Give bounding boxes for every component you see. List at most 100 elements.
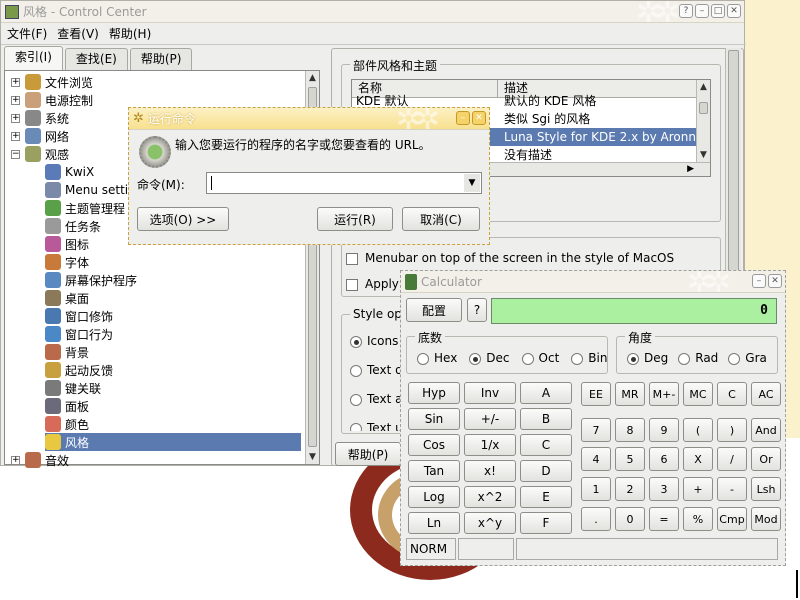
- tree-item[interactable]: Menu settin: [45, 181, 136, 199]
- expand-icon[interactable]: +: [11, 455, 20, 465]
- calc-minimize-button[interactable]: –: [752, 274, 766, 288]
- expand-icon[interactable]: +: [11, 77, 20, 87]
- calc-key[interactable]: 1/x: [464, 434, 516, 456]
- radio-oct[interactable]: Oct: [521, 351, 559, 365]
- calc-key[interactable]: C: [520, 434, 572, 456]
- command-input[interactable]: ▼: [206, 172, 482, 194]
- calc-key[interactable]: .: [581, 507, 611, 531]
- calc-key[interactable]: -: [717, 477, 747, 501]
- tree-item[interactable]: + 系统: [11, 109, 69, 127]
- calc-key[interactable]: Or: [751, 447, 781, 471]
- scroll-up-icon[interactable]: ▲: [306, 71, 319, 85]
- radio-deg[interactable]: Deg: [627, 351, 668, 365]
- collapse-icon[interactable]: −: [11, 149, 20, 159]
- cancel-button[interactable]: 取消(C): [402, 207, 480, 231]
- calc-key[interactable]: 8: [615, 418, 645, 442]
- radio-circle[interactable]: [728, 352, 741, 365]
- tab-index[interactable]: 索引(I): [4, 46, 63, 70]
- menu-view[interactable]: 查看(V): [57, 25, 99, 42]
- calc-key[interactable]: ): [717, 418, 747, 442]
- calc-key[interactable]: 5: [615, 447, 645, 471]
- list-scroll-down-icon[interactable]: ▼: [697, 148, 710, 162]
- tree-item[interactable]: + 电源控制: [11, 91, 93, 109]
- calc-key[interactable]: 0: [615, 507, 645, 531]
- menu-help[interactable]: 帮助(H): [109, 25, 151, 42]
- tree-item[interactable]: 键关联: [45, 379, 101, 397]
- calc-key[interactable]: And: [751, 418, 781, 442]
- calc-key[interactable]: Hyp: [408, 382, 460, 404]
- radio-circle[interactable]: [521, 352, 534, 365]
- radio-rad[interactable]: Rad: [678, 351, 718, 365]
- calc-key[interactable]: Ln: [408, 512, 460, 534]
- calc-key[interactable]: 7: [581, 418, 611, 442]
- radio-circle[interactable]: [678, 352, 691, 365]
- radio-circle[interactable]: [571, 352, 584, 365]
- calc-key[interactable]: 4: [581, 447, 611, 471]
- run-close-button[interactable]: ✕: [472, 111, 486, 125]
- calc-key[interactable]: 9: [649, 418, 679, 442]
- apply-option-row[interactable]: Apply: [346, 277, 399, 291]
- help-button[interactable]: 帮助(P): [335, 442, 401, 466]
- calc-key[interactable]: /: [717, 447, 747, 471]
- expand-icon[interactable]: +: [11, 113, 20, 123]
- control-center-titlebar[interactable]: 风格 - Control Center ✲✲ ? – □ ✕: [1, 1, 744, 23]
- menubar-macos-checkbox[interactable]: [346, 252, 358, 265]
- radio-circle[interactable]: [627, 352, 639, 365]
- calc-key[interactable]: Mod: [751, 507, 781, 531]
- calc-close-button[interactable]: ✕: [768, 274, 782, 288]
- close-button[interactable]: ✕: [727, 4, 741, 18]
- calc-key[interactable]: A: [520, 382, 572, 404]
- list-scrollbar[interactable]: ▲ ▼: [696, 80, 710, 162]
- calculator-titlebar[interactable]: Calculator ✲✲ – ✕: [401, 271, 785, 293]
- tab-help[interactable]: 帮助(P): [129, 48, 193, 70]
- apply-checkbox[interactable]: [346, 278, 358, 291]
- help-title-button[interactable]: ?: [679, 4, 693, 18]
- tree-item[interactable]: 主题管理程: [45, 199, 125, 217]
- list-scroll-thumb[interactable]: [699, 102, 708, 114]
- calc-key[interactable]: 3: [649, 477, 679, 501]
- run-minimize-button[interactable]: –: [456, 111, 470, 125]
- tree-item[interactable]: KwiX: [45, 163, 94, 181]
- command-dropdown-icon[interactable]: ▼: [464, 174, 480, 192]
- tree-item[interactable]: 面板: [45, 397, 89, 415]
- tree-item[interactable]: + 音效: [11, 451, 69, 469]
- tree-item[interactable]: − 观感: [11, 145, 69, 163]
- radio-dec[interactable]: Dec: [469, 351, 510, 365]
- minimize-button[interactable]: –: [695, 4, 709, 18]
- calc-key[interactable]: +/-: [464, 408, 516, 430]
- calc-help-button[interactable]: ?: [467, 298, 487, 322]
- config-button[interactable]: 配置: [406, 298, 462, 322]
- tree-item[interactable]: 窗口修饰: [45, 307, 113, 325]
- radio-hex[interactable]: Hex: [417, 351, 457, 365]
- tree-item[interactable]: 任务条: [45, 217, 101, 235]
- radio-icons[interactable]: [350, 335, 362, 348]
- tree-item[interactable]: 窗口行为: [45, 325, 113, 343]
- calc-key[interactable]: 2: [615, 477, 645, 501]
- tree-item[interactable]: + 文件浏览: [11, 73, 93, 91]
- maximize-button[interactable]: □: [711, 4, 725, 18]
- expand-icon[interactable]: +: [11, 95, 20, 105]
- calc-key[interactable]: %: [683, 507, 713, 531]
- calc-key[interactable]: Log: [408, 486, 460, 508]
- calc-key[interactable]: MC: [683, 382, 713, 406]
- calc-key[interactable]: E: [520, 486, 572, 508]
- radio-circle[interactable]: [417, 352, 429, 365]
- calc-key[interactable]: B: [520, 408, 572, 430]
- tree-item[interactable]: 桌面: [45, 289, 89, 307]
- calc-key[interactable]: Cmp: [717, 507, 747, 531]
- calc-key[interactable]: +: [683, 477, 713, 501]
- calc-key[interactable]: D: [520, 460, 572, 482]
- calc-key[interactable]: M+-: [649, 382, 679, 406]
- calc-key[interactable]: Tan: [408, 460, 460, 482]
- tree-item[interactable]: 颜色: [45, 415, 89, 433]
- list-scroll-right-icon[interactable]: ▶: [687, 163, 694, 176]
- calc-key[interactable]: 6: [649, 447, 679, 471]
- calc-key[interactable]: Cos: [408, 434, 460, 456]
- run-button[interactable]: 运行(R): [317, 207, 393, 231]
- tree-item[interactable]: 屏幕保护程序: [45, 271, 137, 289]
- tree-item[interactable]: 背景: [45, 343, 89, 361]
- tree-item[interactable]: + 网络: [11, 127, 69, 145]
- calc-key[interactable]: Inv: [464, 382, 516, 404]
- radio-text-only[interactable]: [350, 364, 362, 377]
- tree-item[interactable]: 图标: [45, 235, 89, 253]
